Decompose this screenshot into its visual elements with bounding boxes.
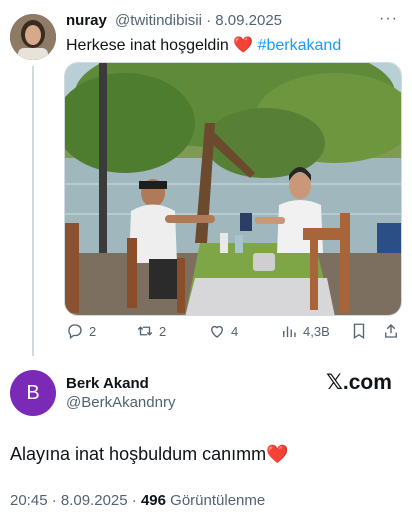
reply-count: 2 (89, 323, 97, 339)
views-count: 496 (140, 492, 166, 509)
heart-emoji: ❤️ (233, 37, 254, 54)
profile-photo-icon (10, 14, 56, 60)
tweet-header: nuray @twitindibisii · 8.09.2025 (66, 12, 282, 29)
views-button[interactable]: 4,3B (280, 322, 330, 340)
tweet-text: Alayına inat hoşbuldum canımm❤️ (10, 444, 289, 465)
tweet-text-body: Herkese inat hoşgeldin (66, 37, 229, 54)
author-handle[interactable]: @twitindibisii (115, 12, 202, 29)
separator-dot: · (206, 12, 212, 29)
reply-button[interactable]: 2 (66, 322, 96, 340)
retweet-button[interactable]: 2 (136, 322, 166, 340)
hashtag-link[interactable]: #berkakand (258, 37, 342, 54)
tweet-date[interactable]: 8.09.2025 (215, 12, 282, 29)
thread-connector-line (32, 66, 34, 356)
bar-chart-icon (283, 326, 296, 337)
separator-dot: · (131, 492, 137, 509)
retweet-count: 2 (159, 323, 167, 339)
tweet-time[interactable]: 20:45 (10, 492, 48, 509)
bookmark-button[interactable] (350, 322, 368, 340)
author-name[interactable]: nuray (66, 12, 107, 29)
views-count: 4,3B (303, 323, 330, 339)
separator-dot: · (51, 492, 57, 509)
tweet-text: Herkese inat hoşgeldin ❤️ #berkakand (66, 35, 341, 55)
tweet-date[interactable]: 8.09.2025 (61, 492, 128, 509)
like-count: 4 (231, 323, 239, 339)
retweet-icon (137, 326, 153, 336)
more-options-button[interactable]: ··· (379, 10, 398, 28)
views-label: Görüntülenme (170, 492, 266, 509)
like-button[interactable]: 4 (208, 322, 238, 340)
heart-emoji: ❤️ (266, 444, 289, 464)
tweet-photo[interactable] (64, 62, 402, 316)
share-icon (385, 324, 397, 338)
reply-icon (68, 324, 82, 340)
author-name[interactable]: Berk Akand (66, 375, 149, 392)
avatar[interactable]: B (10, 370, 56, 416)
tweet-meta: 20:45 · 8.09.2025 · 496 Görüntülenme (10, 492, 265, 509)
x-logo: 𝕏.com (326, 371, 392, 394)
heart-icon (211, 325, 223, 338)
tweet-actions-bar: 2 2 4 4,3B (64, 322, 402, 346)
share-button[interactable] (382, 322, 400, 340)
bookmark-icon (353, 323, 365, 340)
quoted-tweet: nuray @twitindibisii · 8.09.2025 ··· Her… (0, 0, 412, 360)
avatar[interactable] (10, 14, 56, 60)
restaurant-lakeside-photo (65, 63, 401, 315)
tweet-text-body: Alayına inat hoşbuldum canımm (10, 444, 267, 464)
author-handle[interactable]: @BerkAkandnry (66, 394, 175, 411)
